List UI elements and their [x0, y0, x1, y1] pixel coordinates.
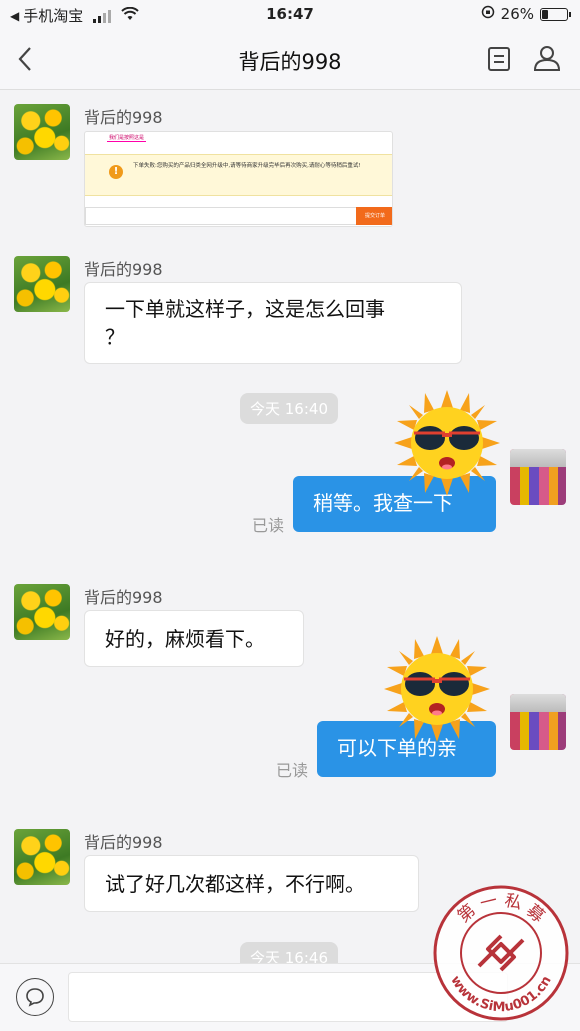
document-icon — [488, 47, 510, 71]
image-warning-banner: ! 下单失败:您购买的产品归类全网升级中,请等待商家升级完毕后再次购买,请耐心等… — [85, 154, 392, 196]
incoming-message[interactable]: 试了好几次都这样，不行啊。 — [84, 855, 419, 912]
chevron-left-icon — [18, 47, 31, 71]
sender-name: 背后的998 — [84, 260, 163, 279]
sender-name: 背后的998 — [84, 108, 163, 127]
wifi-icon — [121, 6, 139, 25]
watermark-seal: 第 一 私 募 www.SiMu001.cn — [433, 885, 569, 1021]
incoming-message[interactable]: 好的，麻烦看下。 — [84, 610, 304, 667]
avatar[interactable] — [14, 584, 70, 640]
image-submit-button: 提交订单 — [356, 207, 392, 225]
avatar[interactable] — [14, 256, 70, 312]
status-right: 26% — [481, 5, 571, 23]
back-button[interactable] — [10, 44, 40, 74]
battery-percent: 26% — [500, 5, 534, 23]
back-to-app-icon: ◀ — [10, 8, 20, 23]
image-message[interactable]: 我们是按照这是 ! 下单失败:您购买的产品归类全网升级中,请等待商家升级完毕后再… — [84, 131, 393, 227]
status-left[interactable]: ◀ 手机淘宝 — [10, 5, 139, 26]
warning-icon: ! — [109, 165, 123, 179]
avatar[interactable] — [14, 104, 70, 160]
cellular-signal-icon — [93, 9, 112, 23]
sender-name: 背后的998 — [84, 833, 163, 852]
read-receipt: 已读 — [276, 761, 309, 780]
nav-bar: 背后的998 — [0, 30, 580, 90]
voice-button[interactable] — [16, 978, 54, 1016]
incoming-message[interactable]: 一下单就这样子，这是怎么回事 ？ — [84, 282, 462, 364]
message-text-line: 一下单就这样子，这是怎么回事 — [105, 297, 385, 321]
back-to-app-label: 手机淘宝 — [23, 7, 84, 25]
image-input-area — [85, 207, 357, 225]
user-icon — [533, 46, 561, 71]
profile-button[interactable] — [532, 43, 562, 73]
order-info-button[interactable] — [484, 44, 514, 74]
image-warning-text: 下单失败:您购买的产品归类全网升级中,请等待商家升级完毕后再次购买,请耐心等待稍… — [133, 163, 361, 169]
sender-name: 背后的998 — [84, 588, 163, 607]
message-text-line: ？ — [105, 325, 125, 349]
avatar[interactable] — [14, 829, 70, 885]
sunglasses-sun-sticker — [394, 390, 500, 496]
orientation-lock-icon — [481, 5, 495, 23]
status-bar: ◀ 手机淘宝 16:47 26% — [0, 0, 580, 30]
image-tab-label: 我们是按照这是 — [107, 135, 147, 142]
voice-icon — [26, 988, 44, 1007]
battery-icon — [540, 7, 571, 21]
read-receipt: 已读 — [252, 516, 285, 535]
self-avatar[interactable] — [510, 694, 566, 750]
sunglasses-sun-sticker — [384, 636, 490, 742]
timestamp: 今天 16:40 — [240, 393, 338, 424]
self-avatar[interactable] — [510, 449, 566, 505]
